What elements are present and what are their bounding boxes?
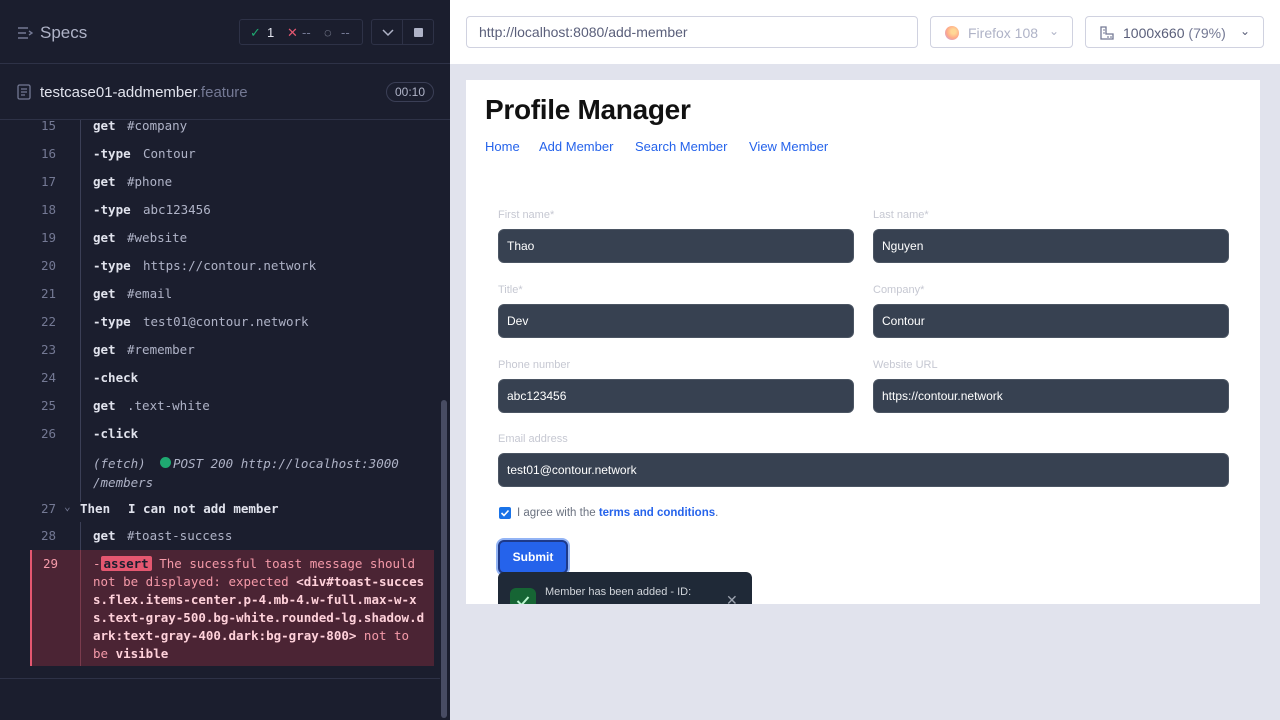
browser-select[interactable]: Firefox 108 ⌄ — [930, 16, 1073, 48]
spec-file-ext: .feature — [196, 84, 248, 101]
chevron-down-icon[interactable]: ⌄ — [64, 500, 71, 513]
collapse-button[interactable] — [371, 19, 403, 45]
fetch-request: POST 200 http://localhost:3000 — [173, 456, 399, 471]
command-row[interactable]: 16 -type Contour — [30, 140, 434, 168]
check-icon: ✓ — [250, 25, 261, 40]
company-input[interactable] — [873, 304, 1229, 338]
checkmark-icon — [500, 509, 510, 517]
phone-label: Phone number — [498, 359, 571, 371]
agree-checkbox[interactable] — [499, 507, 511, 519]
failed-assertion[interactable]: 29 - assert The sucessful toast message s… — [30, 550, 434, 666]
first-name-input[interactable] — [498, 229, 854, 263]
spec-duration: 00:10 — [386, 82, 434, 102]
specs-list-icon[interactable] — [17, 25, 33, 41]
cross-icon: ✕ — [287, 25, 298, 40]
chevron-down-icon: ⌄ — [1240, 24, 1251, 38]
spec-file-row[interactable]: testcase01-addmember.feature 00:10 — [0, 64, 450, 120]
specs-title: Specs — [40, 23, 88, 42]
chevron-down-icon — [382, 29, 394, 37]
spec-file-name: testcase01-addmember.feature — [40, 84, 248, 101]
command-row[interactable]: 24 -check — [30, 364, 434, 392]
document-icon — [17, 84, 31, 100]
website-label: Website URL — [873, 359, 938, 371]
fetch-request-cont: /members — [93, 475, 154, 490]
step-text: I can not add member — [128, 501, 279, 516]
aut-panel: Firefox 108 ⌄ 1000x660 (79%) ⌄ Profile M… — [450, 0, 1280, 720]
passed-count: 1 — [267, 25, 275, 40]
stop-button[interactable] — [402, 19, 434, 45]
runner-panel: Specs ✓ 1 ✕ -- ◌ -- testcase01-addmember… — [0, 0, 450, 720]
viewport-select[interactable]: 1000x660 (79%) ⌄ — [1085, 16, 1264, 48]
terms-link[interactable]: terms and conditions — [599, 507, 715, 519]
viewport-size: 1000x660 (79%) — [1123, 25, 1226, 41]
pending-icon: ◌ — [324, 25, 332, 40]
email-label: Email address — [498, 433, 568, 445]
command-row[interactable]: 21 get #email — [30, 280, 434, 308]
line-number: 29 — [42, 556, 58, 571]
title-label: Title* — [498, 284, 523, 296]
browser-toolbar: Firefox 108 ⌄ 1000x660 (79%) ⌄ — [450, 0, 1280, 64]
command-row[interactable]: 28 get #toast-success — [30, 522, 434, 550]
assertion-message: - assert The sucessful toast message shou… — [93, 556, 425, 661]
email-input[interactable] — [498, 453, 1229, 487]
website-input[interactable] — [873, 379, 1229, 413]
then-step-row[interactable]: 27 ⌄ Then I can not add member — [30, 494, 434, 522]
company-label: Company* — [873, 284, 925, 296]
browser-name: Firefox 108 — [968, 25, 1039, 41]
url-input[interactable] — [466, 16, 918, 48]
status-dot-icon — [160, 457, 171, 468]
command-row[interactable]: 20 -type https://contour.network — [30, 252, 434, 280]
page-title: Profile Manager — [485, 94, 691, 125]
stop-icon — [414, 28, 423, 37]
last-name-input[interactable] — [873, 229, 1229, 263]
app-under-test: Profile Manager Home Add Member Search M… — [466, 80, 1260, 604]
command-row[interactable]: 18 -type abc123456 — [30, 196, 434, 224]
command-row[interactable]: 23 get #remember — [30, 336, 434, 364]
nav-add-member[interactable]: Add Member — [539, 139, 613, 154]
fetch-label: (fetch) — [93, 456, 146, 471]
command-row[interactable]: 25 get .text-white — [30, 392, 434, 420]
last-name-label: Last name* — [873, 209, 929, 221]
nav-home[interactable]: Home — [485, 139, 520, 154]
ruler-icon — [1100, 26, 1114, 40]
command-row[interactable]: 15 get #company — [30, 120, 434, 140]
command-row[interactable]: 26 -click — [30, 420, 434, 448]
command-row[interactable]: 17 get #phone — [30, 168, 434, 196]
command-log-scrollbar[interactable] — [441, 400, 447, 718]
phone-input[interactable] — [498, 379, 854, 413]
check-icon — [510, 588, 536, 604]
assert-badge: assert — [100, 556, 152, 571]
failed-count: -- — [302, 25, 311, 40]
test-stats: ✓ 1 ✕ -- ◌ -- — [239, 19, 363, 45]
chevron-down-icon: ⌄ — [1049, 24, 1060, 38]
nav-search-member[interactable]: Search Member — [635, 139, 727, 154]
title-input[interactable] — [498, 304, 854, 338]
submit-button[interactable]: Submit — [498, 540, 568, 574]
command-row[interactable]: 19 get #website — [30, 224, 434, 252]
nav-view-member[interactable]: View Member — [749, 139, 828, 154]
command-row[interactable]: 22 -type test01@contour.network — [30, 308, 434, 336]
specs-header: Specs ✓ 1 ✕ -- ◌ -- — [0, 0, 450, 64]
toast-message: Member has been added - ID: — [545, 586, 692, 598]
agree-label: I agree with the terms and conditions. — [517, 507, 719, 519]
step-keyword: Then — [80, 501, 111, 516]
first-name-label: First name* — [498, 209, 555, 221]
close-icon[interactable]: ✕ — [726, 592, 738, 604]
pending-count: -- — [341, 25, 350, 40]
firefox-icon — [945, 26, 959, 40]
line-number: 27 — [40, 501, 56, 516]
toast-success: Member has been added - ID: ✕ — [498, 572, 752, 604]
